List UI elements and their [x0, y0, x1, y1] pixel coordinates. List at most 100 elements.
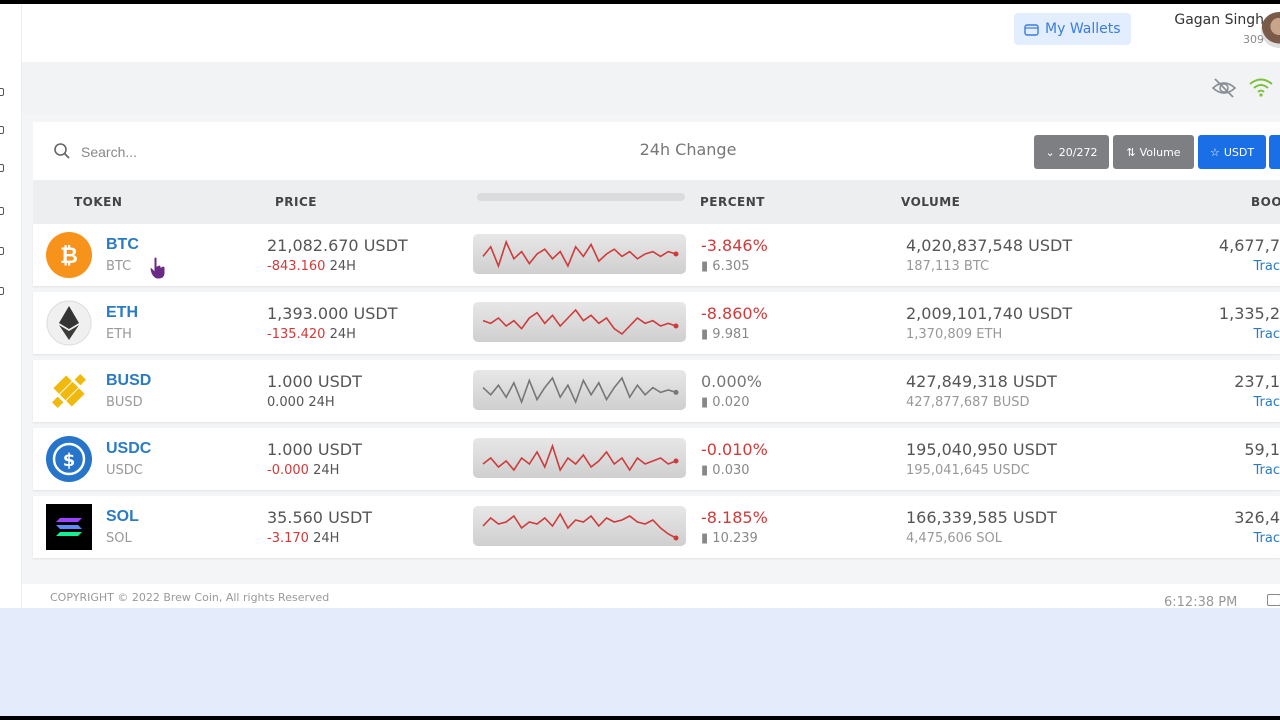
sidebar-item-icon[interactable]	[0, 164, 4, 172]
window-icon[interactable]	[1267, 594, 1280, 606]
table-row[interactable]: $ USDC USDC 1.000 USDT -0.000 24H -0.010…	[33, 428, 1280, 490]
percent-sub: ▮ 9.981	[701, 327, 750, 342]
table-row[interactable]: ₿ BTC BTC 21,082.670 USDT -843.160 24H -…	[33, 224, 1280, 286]
token-name: USDC	[106, 463, 143, 478]
sparkline-line	[482, 376, 677, 405]
book-value: 237,1	[1234, 372, 1280, 391]
percent-change: 0.000%	[701, 372, 763, 391]
sparkline-svg	[482, 376, 679, 405]
table-row[interactable]: SOL SOL 35.560 USDT -3.170 24H -8.185% ▮…	[33, 496, 1280, 558]
my-wallets-button[interactable]: My Wallets	[1014, 13, 1131, 45]
percent-change: -8.860%	[701, 304, 768, 323]
price-change: -135.420 24H	[267, 327, 356, 342]
sparkline-line	[482, 239, 677, 269]
coin-logo-icon: ₿	[46, 232, 92, 278]
trade-link[interactable]: Trac	[1173, 463, 1280, 478]
sidebar-item-icon[interactable]	[0, 207, 4, 215]
token-name: BTC	[106, 259, 132, 274]
percent-sub: ▮ 10.239	[701, 531, 758, 546]
table-header: TOKEN PRICE PERCENT VOLUME BOO	[33, 180, 1280, 224]
price-change: 0.000 24H	[267, 395, 335, 410]
bar-chart-icon: ▮	[701, 327, 709, 342]
price-change-value: 0.000	[267, 395, 305, 410]
price-change-value: -843.160	[267, 259, 326, 274]
token-symbol[interactable]: SOL	[106, 508, 139, 526]
volume-value: 4,020,837,548 USDT	[906, 236, 1073, 255]
book-value: 326,4	[1234, 508, 1280, 527]
volume-sort-button[interactable]: ⇅ Volume	[1113, 135, 1194, 169]
sparkline-chart	[473, 234, 686, 274]
token-price: 1,393.000 USDT	[267, 304, 398, 323]
column-header-book[interactable]: BOO	[1251, 195, 1280, 209]
sparkline-end-point	[673, 458, 679, 464]
table-row[interactable]: ETH ETH 1,393.000 USDT -135.420 24H -8.8…	[33, 292, 1280, 354]
trade-link[interactable]: Trac	[1173, 259, 1280, 274]
more-filter-button[interactable]	[1269, 135, 1280, 169]
sidebar-item-icon[interactable]	[0, 287, 4, 295]
change-period-label[interactable]: 24h Change	[583, 140, 793, 159]
volume-base: 4,475,606 SOL	[906, 531, 1003, 546]
sidebar-item-icon[interactable]	[0, 247, 4, 255]
volume-value: 195,040,950 USDT	[906, 440, 1057, 459]
price-change-period: 24H	[313, 463, 340, 478]
column-header-token[interactable]: TOKEN	[74, 195, 122, 209]
trade-link[interactable]: Trac	[1173, 327, 1280, 342]
column-header-volume[interactable]: VOLUME	[901, 195, 960, 209]
price-change: -0.000 24H	[267, 463, 339, 478]
sparkline-svg	[482, 443, 679, 472]
coin-logo-icon	[46, 504, 92, 550]
trade-link[interactable]: Trac	[1173, 395, 1280, 410]
book-value: 1,335,2	[1218, 304, 1280, 323]
coin-logo-icon	[46, 300, 92, 346]
sidebar-item-icon[interactable]	[0, 126, 4, 134]
sparkline-end-point	[673, 251, 679, 257]
percent-change: -8.185%	[701, 508, 768, 527]
percent-sub-value: 0.020	[712, 395, 750, 410]
percent-change: -3.846%	[701, 236, 768, 255]
copyright-text: COPYRIGHT © 2022 Brew Coin, All rights R…	[50, 591, 330, 604]
column-header-percent[interactable]: PERCENT	[700, 195, 765, 209]
bar-chart-icon: ▮	[701, 395, 709, 410]
percent-sub-value: 10.239	[712, 531, 758, 546]
token-price: 1.000 USDT	[267, 372, 362, 391]
crypto-app: My Wallets Gagan Singh 309 Search... 24h…	[0, 4, 1280, 608]
percent-sub-value: 6.305	[712, 259, 750, 274]
usdt-filter-button[interactable]: ☆ USDT	[1198, 135, 1266, 169]
volume-base: 195,041,645 USDC	[906, 463, 1030, 478]
token-symbol[interactable]: BUSD	[106, 372, 151, 390]
sparkline-chart	[473, 370, 686, 410]
price-change-period: 24H	[329, 327, 356, 342]
star-icon: ☆	[1209, 145, 1220, 159]
sidebar-item-icon[interactable]	[0, 88, 4, 96]
token-symbol[interactable]: BTC	[106, 236, 139, 254]
sparkline-end-point	[673, 323, 679, 329]
svg-text:$: $	[63, 450, 76, 471]
token-price: 21,082.670 USDT	[267, 236, 408, 255]
user-name[interactable]: Gagan Singh	[1134, 12, 1264, 28]
sparkline-chart	[473, 438, 686, 478]
volume-value: 166,339,585 USDT	[906, 508, 1057, 527]
search-input[interactable]	[81, 140, 381, 164]
sparkline-svg	[482, 512, 679, 541]
table-row[interactable]: BUSD BUSD 1.000 USDT 0.000 24H 0.000% ▮ …	[33, 360, 1280, 422]
chevron-down-icon: ⌄	[1045, 145, 1055, 159]
wallet-icon	[1024, 23, 1039, 36]
price-change-value: -0.000	[267, 463, 309, 478]
token-price: 1.000 USDT	[267, 440, 362, 459]
column-header-price[interactable]: PRICE	[275, 195, 317, 209]
token-symbol[interactable]: USDC	[106, 440, 151, 458]
eye-slash-icon[interactable]	[1210, 76, 1238, 100]
sparkline-chart	[473, 506, 686, 546]
svg-text:₿: ₿	[60, 244, 78, 269]
sparkline-end-point	[673, 535, 679, 541]
volume-base: 187,113 BTC	[906, 259, 990, 274]
volume-value: 2,009,101,740 USDT	[906, 304, 1073, 323]
trade-link[interactable]: Trac	[1173, 531, 1280, 546]
sparkline-svg	[482, 308, 679, 336]
volume-sort-label: Volume	[1139, 145, 1181, 159]
token-symbol[interactable]: ETH	[106, 304, 138, 322]
count-filter-button[interactable]: ⌄ 20/272	[1034, 135, 1109, 169]
bar-chart-icon: ▮	[701, 463, 709, 478]
market-table-card: 24h Change ⌄ 20/272 ⇅ Volume ☆ USDT TOKE…	[33, 122, 1280, 602]
token-price: 35.560 USDT	[267, 508, 373, 527]
